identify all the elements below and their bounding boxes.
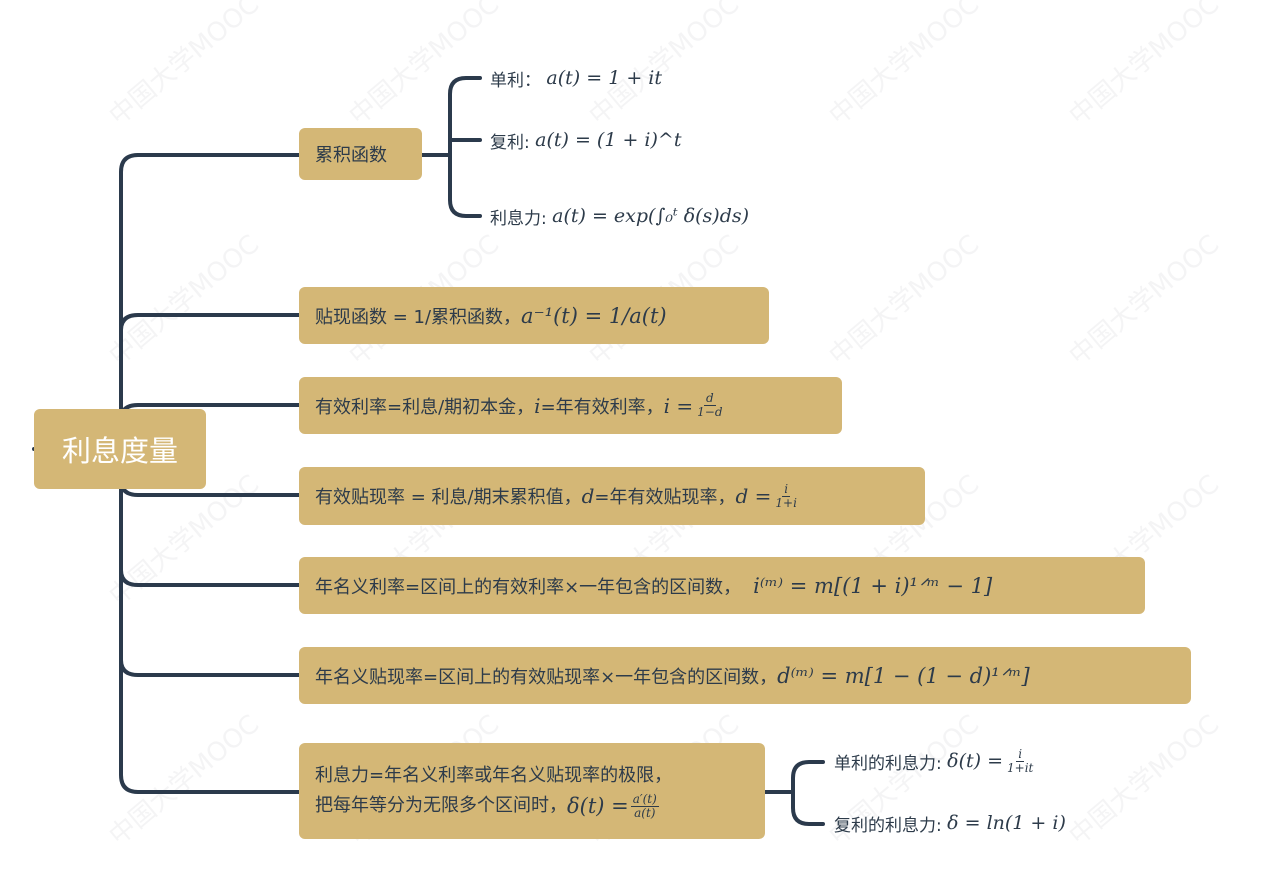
simple-force-fraction: i 1+it bbox=[1005, 746, 1035, 775]
force-interest-leaf: 利息力: a(t) = exp(∫₀ᵗ δ(s)ds) bbox=[490, 201, 749, 231]
fraction-numerator: d bbox=[704, 391, 716, 406]
compound-formula: a(t) = (1 + i)^t bbox=[535, 129, 682, 151]
accumulation-node: 累积函数 bbox=[299, 128, 422, 180]
fraction-numerator: i bbox=[1016, 746, 1025, 762]
effective-discount-formula: d = bbox=[735, 484, 772, 508]
effective-rate-fraction: d 1−d bbox=[695, 392, 724, 419]
nominal-discount-node: 年名义贴现率=区间上的有效贴现率×一年包含的区间数， d⁽ᵐ⁾ = m[1 − … bbox=[299, 647, 1191, 704]
root-label: 利息度量 bbox=[61, 434, 178, 468]
simple-force-label: 单利的利息力: bbox=[834, 753, 942, 774]
simple-force-formula: δ(t) = bbox=[947, 750, 1003, 772]
branch-nom-disc bbox=[119, 658, 301, 677]
fraction-denominator: 1+it bbox=[1007, 760, 1034, 775]
fraction-denominator: 1−d bbox=[697, 405, 723, 419]
force-formula: a(t) = exp(∫₀ᵗ δ(s)ds) bbox=[552, 205, 750, 227]
sub-accum-trunk bbox=[420, 76, 482, 218]
discount-function-text: 贴现函数 = 1/累积函数， bbox=[315, 306, 522, 328]
force-line1: 利息力=年名义利率或年名义贴现率的极限， bbox=[315, 765, 673, 786]
force-fraction: a′(t) a(t) bbox=[630, 791, 659, 820]
simple-force-leaf: 单利的利息力: δ(t) = i 1+it bbox=[834, 746, 1037, 776]
force-formula: δ(t) = bbox=[567, 794, 629, 818]
compound-interest-leaf: 复利: a(t) = (1 + i)^t bbox=[490, 125, 681, 155]
simple-interest-leaf: 单利： a(t) = 1 + it bbox=[490, 63, 662, 93]
effective-discount-var: d bbox=[581, 484, 595, 508]
sub-force-trunk bbox=[763, 760, 825, 826]
root-node: 利息度量 bbox=[34, 409, 206, 489]
nominal-rate-node: 年名义利率=区间上的有效利率×一年包含的区间数， i⁽ᵐ⁾ = m[(1 + i… bbox=[299, 557, 1145, 614]
fraction-numerator: i bbox=[782, 481, 791, 497]
effective-discount-node: 有效贴现率 = 利息/期末累积值， d =年有效贴现率， d = i 1+i bbox=[299, 467, 925, 525]
nominal-discount-formula: d⁽ᵐ⁾ = m[1 − (1 − d)¹ᐟᵐ] bbox=[777, 663, 1030, 688]
effective-rate-text2: =年有效利率， bbox=[540, 396, 664, 418]
compound-force-leaf: 复利的利息力: δ = ln(1 + i) bbox=[834, 808, 1066, 838]
effective-discount-text: 有效贴现率 = 利息/期末累积值， bbox=[315, 487, 582, 508]
simple-label: 单利： bbox=[490, 70, 541, 91]
compound-label: 复利: bbox=[490, 132, 530, 153]
force-label: 利息力: bbox=[490, 208, 547, 229]
nominal-rate-formula: i⁽ᵐ⁾ = m[(1 + i)¹ᐟᵐ − 1] bbox=[753, 573, 993, 598]
nominal-discount-text: 年名义贴现率=区间上的有效贴现率×一年包含的区间数， bbox=[315, 666, 778, 688]
effective-rate-node: 有效利率=利息/期初本金， i =年有效利率， i = d 1−d bbox=[299, 377, 842, 434]
effective-rate-formula: i = bbox=[663, 393, 694, 418]
branch-nom-rate bbox=[119, 568, 301, 587]
effective-discount-fraction: i 1+i bbox=[773, 481, 799, 510]
nominal-rate-text: 年名义利率=区间上的有效利率×一年包含的区间数， bbox=[315, 576, 742, 598]
force-line2: 把每年等分为无限多个区间时， bbox=[315, 795, 567, 816]
compound-force-label: 复利的利息力: bbox=[834, 815, 942, 836]
discount-function-node: 贴现函数 = 1/累积函数， a⁻¹(t) = 1/a(t) bbox=[299, 287, 769, 344]
effective-discount-text2: =年有效贴现率， bbox=[594, 487, 736, 508]
compound-force-formula: δ = ln(1 + i) bbox=[947, 812, 1066, 834]
discount-function-formula: a⁻¹(t) = 1/a(t) bbox=[521, 303, 667, 328]
effective-rate-text: 有效利率=利息/期初本金， bbox=[315, 396, 535, 418]
branch-discount bbox=[119, 313, 301, 332]
fraction-denominator: a(t) bbox=[634, 805, 656, 820]
force-of-interest-node: 利息力=年名义利率或年名义贴现率的极限， 把每年等分为无限多个区间时， δ(t)… bbox=[299, 743, 765, 839]
simple-formula: a(t) = 1 + it bbox=[546, 67, 662, 89]
accumulation-label: 累积函数 bbox=[315, 145, 387, 166]
fraction-denominator: 1+i bbox=[775, 495, 797, 510]
fraction-numerator: a′(t) bbox=[630, 791, 659, 807]
